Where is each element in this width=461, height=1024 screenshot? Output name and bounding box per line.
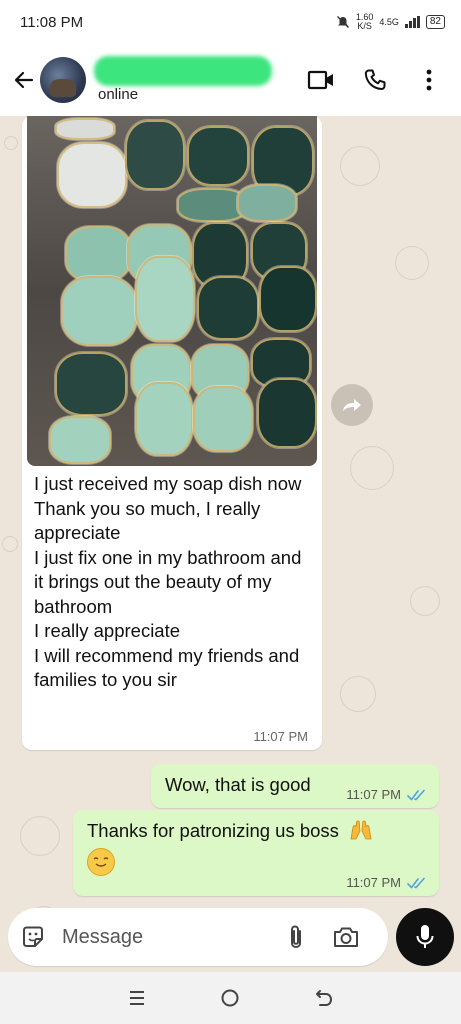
status-time: 11:08 PM: [20, 13, 84, 31]
recent-apps-button[interactable]: [122, 983, 152, 1013]
microphone-icon: [416, 925, 434, 948]
outgoing-message-text: Wow, that is good: [165, 774, 311, 795]
voice-call-button[interactable]: [361, 66, 389, 94]
soap-dish: [49, 416, 111, 464]
wallpaper-doodle: [340, 676, 376, 712]
double-check-icon: [407, 789, 425, 800]
contact-presence: online: [98, 86, 139, 103]
voice-message-button[interactable]: [396, 908, 454, 966]
camera-button[interactable]: [332, 923, 360, 951]
wallpaper-doodle: [395, 246, 429, 280]
soap-dish: [193, 386, 253, 452]
forward-button[interactable]: [331, 384, 373, 426]
home-button[interactable]: [215, 983, 245, 1013]
soap-dish: [55, 118, 115, 140]
wallpaper-doodle: [350, 446, 394, 490]
network-type: 4.5G: [379, 17, 399, 27]
message-meta: 11:07 PM: [346, 875, 427, 890]
soap-dish: [125, 120, 185, 190]
wallpaper-doodle: [20, 816, 60, 856]
network-speed: 1.60 K/S: [356, 13, 374, 31]
message-input[interactable]: [62, 925, 272, 949]
double-check-icon: [407, 877, 425, 888]
status-bar: 11:08 PM 1.60 K/S 4.5G 82: [0, 0, 461, 44]
contact-info[interactable]: online: [94, 52, 307, 108]
back-nav-icon: [316, 990, 333, 1006]
incoming-message-text: I just received my soap dish now Thank y…: [34, 473, 302, 690]
soap-dish: [135, 256, 195, 342]
wallpaper-doodle: [2, 536, 18, 552]
signal-icon: [404, 16, 420, 28]
wallpaper-doodle: [340, 146, 380, 186]
soap-dish: [65, 226, 131, 282]
message-time: 11:07 PM: [253, 729, 308, 744]
forward-icon: [343, 399, 361, 411]
system-nav-bar: [0, 972, 461, 1024]
camera-icon: [334, 927, 358, 947]
outgoing-message-text: Thanks for patronizing us boss: [87, 820, 339, 841]
video-camera-icon: [307, 70, 333, 90]
chat-area[interactable]: I just received my soap dish now Thank y…: [0, 116, 461, 972]
soap-dish: [61, 276, 137, 346]
attach-button[interactable]: [282, 923, 310, 951]
back-nav-button[interactable]: [309, 983, 339, 1013]
video-call-button[interactable]: [307, 66, 335, 94]
soap-dish: [135, 382, 193, 456]
soap-dish: [257, 378, 317, 448]
back-button[interactable]: [4, 60, 44, 100]
outgoing-message[interactable]: Thanks for patronizing us boss 11:07 PM: [73, 810, 439, 896]
phone-icon: [364, 69, 386, 90]
message-box: [8, 908, 388, 966]
soap-dish: [197, 276, 259, 340]
smiling-face-emoji-icon: [87, 848, 115, 876]
sticker-button[interactable]: [20, 924, 46, 950]
outgoing-message[interactable]: Wow, that is good 11:07 PM: [151, 764, 439, 808]
contact-avatar[interactable]: [40, 57, 86, 103]
contact-name-redacted: [94, 56, 272, 86]
composer-bar: [0, 904, 461, 972]
paperclip-icon: [291, 925, 301, 949]
mute-icon: [336, 16, 349, 28]
wallpaper-doodle: [4, 136, 18, 150]
incoming-image-message[interactable]: I just received my soap dish now Thank y…: [22, 116, 322, 750]
soap-dish: [57, 142, 127, 208]
soap-dish-photo[interactable]: [27, 116, 317, 466]
sticker-icon: [23, 926, 43, 947]
menu-lines-icon: [129, 991, 144, 1005]
outgoing-message-text-line: Thanks for patronizing us boss: [87, 819, 374, 842]
soap-dish: [55, 352, 127, 416]
chat-header: online: [0, 44, 461, 116]
message-time: 11:07 PM: [346, 875, 401, 890]
status-icons: 1.60 K/S 4.5G 82: [336, 13, 445, 31]
soap-dish: [237, 184, 297, 222]
back-arrow-icon: [14, 71, 34, 89]
message-time: 11:07 PM: [346, 787, 401, 802]
soap-dish: [259, 266, 317, 332]
network-speed-unit: K/S: [357, 21, 372, 31]
more-options-button[interactable]: [415, 66, 443, 94]
home-circle-icon: [221, 989, 239, 1007]
message-meta: 11:07 PM: [346, 787, 427, 802]
more-vertical-icon: [426, 69, 432, 91]
soap-dish: [187, 126, 249, 186]
raised-hands-emoji-icon: [350, 820, 372, 840]
header-actions: [307, 66, 443, 94]
battery-icon: 82: [425, 15, 445, 29]
wallpaper-doodle: [410, 586, 440, 616]
